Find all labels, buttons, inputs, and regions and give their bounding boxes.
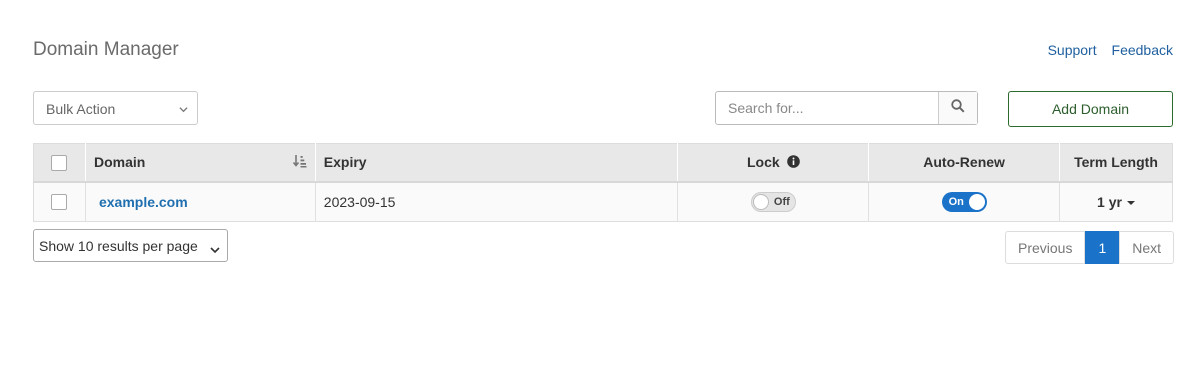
table-row: example.com 2023-09-15 Off On 1 yr [33, 181, 1173, 222]
add-domain-button[interactable]: Add Domain [1008, 91, 1173, 127]
term-cell: 1 yr [1059, 181, 1173, 222]
select-all-header [33, 143, 86, 183]
lock-toggle[interactable]: Off [750, 191, 796, 212]
lock-cell: Off [677, 181, 870, 222]
caret-down-icon [1126, 201, 1135, 206]
auto-renew-cell: On [868, 181, 1061, 222]
bulk-action-select[interactable]: Bulk Action [33, 91, 198, 125]
search-button[interactable] [938, 92, 977, 124]
domain-link[interactable]: example.com [99, 194, 188, 210]
domain-cell: example.com [85, 181, 316, 222]
term-value: 1 yr [1097, 193, 1122, 210]
previous-page-button[interactable]: Previous [1005, 231, 1086, 264]
chevron-down-icon [210, 241, 220, 257]
lock-toggle-label: Off [773, 195, 790, 208]
domain-table: Domain Expiry Lock Auto-Renew Term Lengt… [33, 143, 1173, 222]
pagination: Previous 1 Next [1005, 231, 1175, 264]
select-all-checkbox[interactable] [51, 154, 68, 171]
row-checkbox[interactable] [51, 194, 68, 211]
lock-header-label: Lock [747, 153, 780, 170]
search-icon [951, 98, 965, 118]
expiry-cell: 2023-09-15 [315, 181, 679, 222]
results-per-page-select[interactable]: Show 10 results per page [33, 229, 228, 262]
expiry-header[interactable]: Expiry [315, 143, 679, 183]
table-header-row: Domain Expiry Lock Auto-Renew Term Lengt… [33, 143, 1173, 183]
auto-renew-toggle[interactable]: On [941, 191, 987, 212]
term-dropdown[interactable]: 1 yr [1097, 194, 1135, 210]
page-1-button[interactable]: 1 [1085, 231, 1120, 264]
support-link[interactable]: Support [1048, 42, 1097, 58]
domain-header-label: Domain [93, 153, 146, 170]
auto-renew-toggle-label: On [948, 195, 964, 208]
search-box [715, 91, 978, 125]
auto-renew-header: Auto-Renew [868, 143, 1061, 183]
term-length-header: Term Length [1059, 143, 1173, 183]
results-per-page-label: Show 10 results per page [39, 238, 198, 254]
feedback-link[interactable]: Feedback [1112, 42, 1173, 58]
bulk-action-label: Bulk Action [46, 101, 116, 117]
toggle-knob [752, 193, 769, 210]
sort-icon[interactable] [292, 154, 307, 171]
domain-header[interactable]: Domain [85, 143, 316, 183]
page-title: Domain Manager [33, 39, 179, 60]
header-links: Support Feedback [1037, 42, 1173, 58]
next-page-button[interactable]: Next [1119, 231, 1175, 264]
chevron-down-icon [179, 101, 188, 113]
toggle-knob [968, 193, 985, 210]
row-select-cell [33, 181, 86, 222]
lock-header: Lock [677, 143, 870, 183]
info-icon[interactable] [786, 154, 800, 171]
search-input[interactable] [716, 92, 938, 124]
